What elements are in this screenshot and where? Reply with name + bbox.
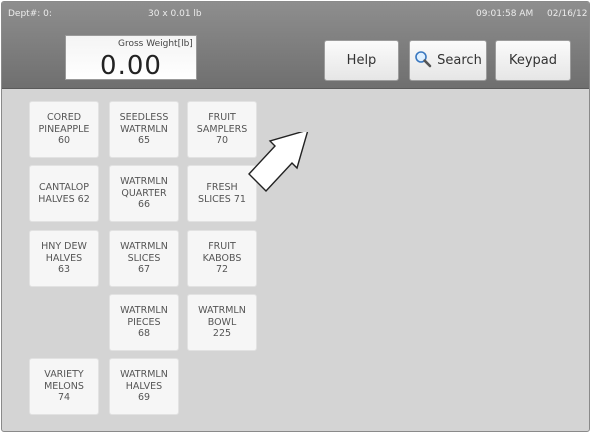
product-tile-label: WATRMLN BOWL 225 <box>198 305 246 340</box>
keypad-button[interactable]: Keypad <box>495 40 571 81</box>
product-tile-label: HNY DEW HALVES 63 <box>41 241 87 276</box>
product-tile-label: WATRMLN QUARTER 66 <box>120 176 168 211</box>
weight-display: Gross Weight[lb] 0.00 <box>65 35 197 81</box>
product-tile-label: WATRMLN HALVES 69 <box>120 369 168 404</box>
product-tile[interactable]: VARIETY MELONS 74 <box>29 358 99 415</box>
product-tile-label: WATRMLN SLICES 67 <box>120 241 168 276</box>
weight-value: 0.00 <box>100 51 162 81</box>
search-button[interactable]: Search <box>409 40 487 81</box>
product-tile-label: VARIETY MELONS 74 <box>44 369 84 404</box>
product-tile-label: CORED PINEAPPLE 60 <box>38 112 90 147</box>
product-tile-label: SEEDLESS WATRMLN 65 <box>119 112 169 147</box>
clock-date: 02/16/12 <box>547 9 588 19</box>
clock-time: 09:01:58 AM <box>476 9 534 19</box>
product-tile[interactable]: CORED PINEAPPLE 60 <box>29 101 99 158</box>
product-tile[interactable]: WATRMLN SLICES 67 <box>109 230 179 287</box>
help-button[interactable]: Help <box>324 40 399 81</box>
pointer-arrow-icon <box>248 132 309 192</box>
magnifier-icon <box>414 50 432 72</box>
product-tile[interactable]: HNY DEW HALVES 63 <box>29 230 99 287</box>
app-window: Dept#: 0: 30 x 0.01 lb 09:01:58 AM 02/16… <box>1 1 590 432</box>
header-bar: Dept#: 0: 30 x 0.01 lb 09:01:58 AM 02/16… <box>2 2 589 89</box>
product-tile-label: WATRMLN PIECES 68 <box>120 305 168 340</box>
product-tile-label: CANTALOP HALVES 62 <box>38 182 90 205</box>
product-tile[interactable]: WATRMLN HALVES 69 <box>109 358 179 415</box>
product-tile-label: FRUIT KABOBS 72 <box>202 241 242 276</box>
department-label: Dept#: 0: <box>8 9 52 19</box>
product-tile[interactable]: FRUIT KABOBS 72 <box>187 230 257 287</box>
weight-label: Gross Weight[lb] <box>118 39 193 49</box>
product-tile[interactable]: CANTALOP HALVES 62 <box>29 165 99 222</box>
scale-capacity: 30 x 0.01 lb <box>148 9 202 19</box>
product-tile-label: FRUIT SAMPLERS 70 <box>196 112 248 147</box>
product-tile[interactable]: SEEDLESS WATRMLN 65 <box>109 101 179 158</box>
keypad-button-label: Keypad <box>508 53 558 68</box>
product-tile-label: FRESH SLICES 71 <box>198 182 246 205</box>
product-tile[interactable]: WATRMLN PIECES 68 <box>109 294 179 351</box>
help-button-label: Help <box>346 53 377 68</box>
product-tile[interactable]: WATRMLN QUARTER 66 <box>109 165 179 222</box>
search-button-label: Search <box>437 53 482 68</box>
product-tile[interactable]: WATRMLN BOWL 225 <box>187 294 257 351</box>
